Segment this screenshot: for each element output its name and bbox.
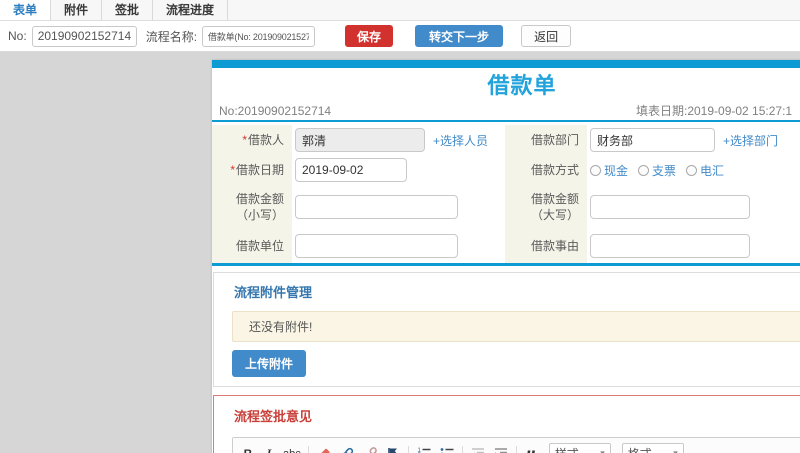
tab-form-label: 表单: [13, 3, 38, 17]
chevron-down-icon: ▾: [673, 448, 678, 453]
blockquote-icon[interactable]: ”: [524, 445, 538, 453]
department-input[interactable]: [590, 128, 715, 152]
save-button[interactable]: 保存: [345, 25, 394, 47]
fill-date: 填表日期:2019-09-02 15:27:1: [636, 104, 793, 118]
loan-method-radio-group: 现金 支票 电汇: [590, 162, 724, 179]
tab-attachments[interactable]: 附件: [51, 0, 103, 20]
no-label: No:: [8, 29, 27, 43]
process-name-label: 流程名称:: [145, 29, 198, 44]
select-department-link[interactable]: +选择部门: [723, 132, 778, 149]
anchor-flag-icon[interactable]: [385, 445, 401, 453]
document-number: No:20190902152714: [219, 104, 332, 118]
cheque-radio[interactable]: [638, 164, 650, 176]
loan-reason-input[interactable]: [590, 234, 750, 258]
italic-icon[interactable]: I: [262, 445, 276, 453]
toolbar-separator: [515, 445, 517, 453]
format-dropdown[interactable]: 格式 ▾: [621, 443, 684, 453]
no-input[interactable]: [31, 25, 137, 47]
borrower-label: * 借款人: [212, 125, 292, 155]
numbered-list-icon[interactable]: 123: [416, 445, 432, 453]
required-mark: *: [242, 133, 247, 147]
loan-date-input[interactable]: [295, 158, 407, 182]
chevron-down-icon: ▾: [600, 448, 605, 453]
action-toolbar: No: 流程名称: 保存 转交下一步 返回: [0, 21, 800, 52]
toolbar-separator: [461, 445, 463, 453]
toolbar-separator: [407, 445, 409, 453]
borrower-input[interactable]: [295, 128, 425, 152]
loan-reason-label: 借款事由: [505, 229, 587, 263]
department-label: 借款部门: [505, 125, 587, 155]
editor-toolbar: B I abc 123: [233, 438, 800, 453]
amount-lowercase-input[interactable]: [295, 195, 458, 219]
method-option-cash[interactable]: 现金: [590, 162, 628, 179]
back-button[interactable]: 返回: [521, 25, 572, 47]
approval-panel: 流程签批意见 B I abc: [213, 395, 800, 453]
select-person-link[interactable]: +选择人员: [433, 132, 488, 149]
required-mark: *: [230, 163, 235, 177]
style-dropdown-label: 样式: [555, 445, 579, 453]
remove-format-icon[interactable]: [316, 445, 332, 453]
tab-attachments-label: 附件: [64, 3, 89, 17]
loan-unit-label: 借款单位: [212, 229, 292, 263]
tab-progress-label: 流程进度: [166, 3, 215, 17]
loan-form-panel: 借款单 No:20190902152714 填表日期:2019-09-02 15…: [212, 60, 800, 453]
page-title: 借款单: [487, 73, 557, 98]
loan-form-grid: * 借款人 +选择人员 借款部门 +选择部门 * 借款日期 借款方式: [212, 125, 800, 266]
outdent-icon[interactable]: [470, 445, 486, 453]
loan-unit-input[interactable]: [295, 234, 458, 258]
approval-panel-title: 流程签批意见: [234, 409, 313, 424]
process-name-input[interactable]: [202, 25, 316, 47]
bold-icon[interactable]: B: [241, 445, 255, 453]
unlink-icon[interactable]: [362, 445, 378, 453]
method-option-wire[interactable]: 电汇: [686, 162, 724, 179]
strikethrough-icon[interactable]: abc: [283, 445, 301, 453]
toolbar-separator: [307, 445, 309, 453]
tab-approval-label: 签批: [115, 3, 140, 17]
loan-method-label: 借款方式: [505, 155, 587, 185]
link-icon[interactable]: [339, 445, 355, 453]
indent-icon[interactable]: [493, 445, 509, 453]
bulleted-list-icon[interactable]: [439, 445, 455, 453]
tab-form[interactable]: 表单: [0, 0, 52, 20]
method-option-cheque[interactable]: 支票: [638, 162, 676, 179]
amount-lowercase-label: 借款金额（小写）: [212, 185, 292, 229]
rich-text-editor: B I abc 123: [232, 437, 800, 453]
tab-approval[interactable]: 签批: [102, 0, 154, 20]
panel-top-accent-bar: [212, 60, 800, 68]
tab-progress[interactable]: 流程进度: [153, 0, 229, 20]
format-dropdown-label: 格式: [628, 445, 652, 453]
form-meta-row: No:20190902152714 填表日期:2019-09-02 15:27:…: [212, 100, 800, 122]
tab-bar: 表单 附件 签批 流程进度: [0, 0, 800, 21]
wire-radio[interactable]: [686, 164, 698, 176]
no-attachment-alert: 还没有附件!: [232, 311, 800, 342]
loan-date-label: * 借款日期: [212, 155, 292, 185]
attachment-panel: 流程附件管理 还没有附件! 上传附件: [213, 272, 800, 387]
attachment-panel-title: 流程附件管理: [234, 285, 313, 300]
forward-next-step-button[interactable]: 转交下一步: [415, 25, 504, 47]
upload-attachment-button[interactable]: 上传附件: [232, 350, 307, 377]
amount-uppercase-label: 借款金额（大写）: [505, 185, 587, 229]
cash-radio[interactable]: [590, 164, 601, 176]
style-dropdown[interactable]: 样式 ▾: [548, 443, 611, 453]
amount-uppercase-input[interactable]: [590, 195, 750, 219]
